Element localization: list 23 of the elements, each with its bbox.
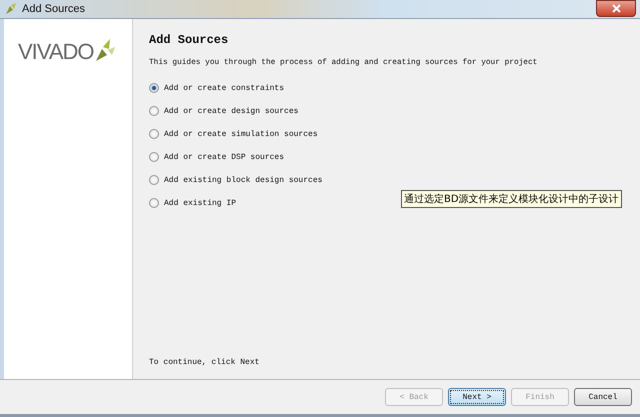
page-heading: Add Sources — [149, 33, 230, 47]
radio-button[interactable] — [149, 152, 159, 162]
logo-text: VIVADO — [18, 41, 94, 63]
radio-button[interactable] — [149, 175, 159, 185]
option-label[interactable]: Add existing block design sources — [164, 176, 322, 184]
option-label[interactable]: Add or create simulation sources — [164, 130, 318, 138]
option-label[interactable]: Add or create constraints — [164, 84, 284, 92]
radio-button[interactable] — [149, 198, 159, 208]
radio-button[interactable] — [149, 106, 159, 116]
wizard-button[interactable]: Cancel — [574, 388, 632, 406]
option-label[interactable]: Add existing IP — [164, 198, 236, 208]
option-label[interactable]: Add or create DSP sources — [164, 152, 284, 162]
close-button[interactable] — [596, 0, 636, 17]
leaf-icon — [4, 2, 18, 16]
leaf-icon — [94, 37, 116, 63]
option-label[interactable]: Add or create design sources — [164, 106, 298, 116]
wizard-button[interactable]: Next > — [448, 388, 506, 406]
close-icon — [612, 4, 620, 13]
radio-button[interactable] — [149, 129, 159, 139]
window-title: Add Sources — [22, 3, 85, 15]
radio-button[interactable] — [149, 83, 159, 93]
tooltip: 通过选定BD源文件来定义模块化设计中的子设计 — [401, 190, 622, 208]
footer-hint: To continue, click Next — [149, 358, 260, 367]
